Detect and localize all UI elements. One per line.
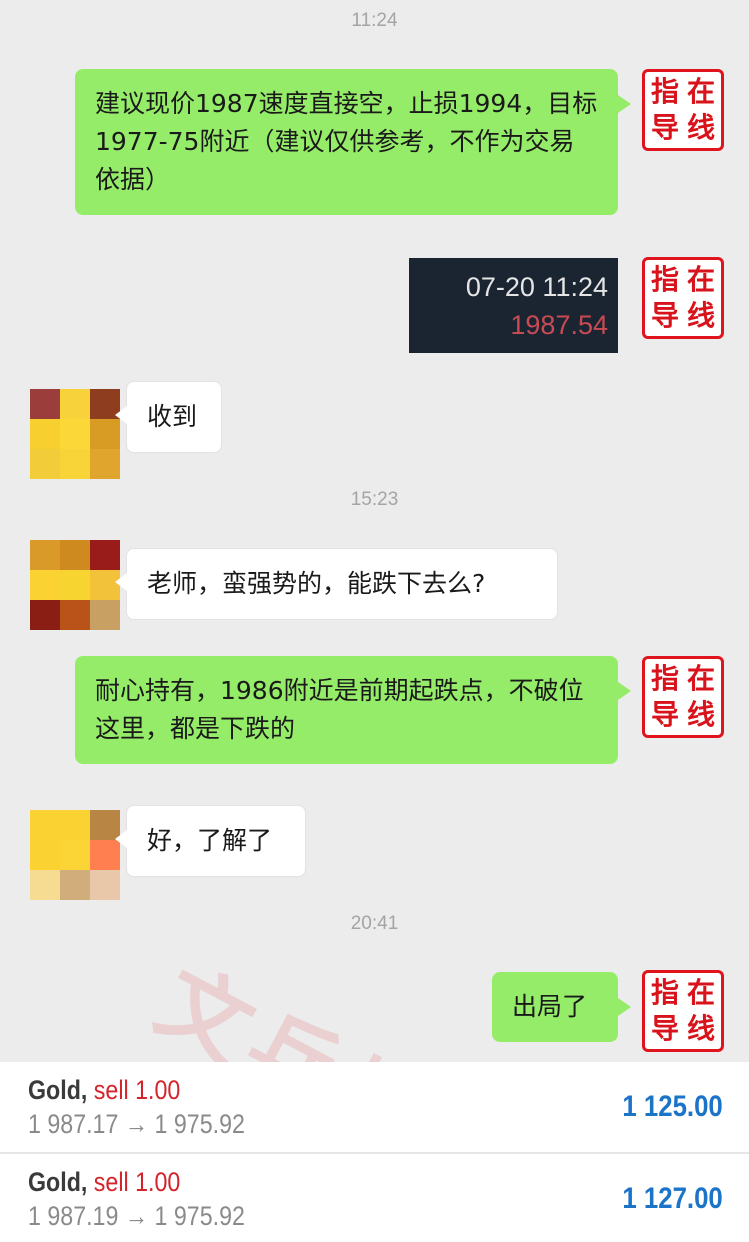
trade-prices: 1 987.19 → 1 975.92 <box>28 1201 245 1231</box>
seal-char: 指 <box>650 662 679 695</box>
snapshot-time: 07-20 11:24 <box>465 272 608 302</box>
avatar-pixel <box>60 810 90 840</box>
timestamp: 20:41 <box>350 913 399 934</box>
avatar-pixel <box>30 540 60 570</box>
avatar-pixel <box>60 389 90 419</box>
seal-char: 导 <box>650 1012 679 1045</box>
trade-profit: 1 125.00 <box>622 1090 723 1123</box>
avatar-pixel <box>60 540 90 570</box>
seal-char: 导 <box>650 698 679 731</box>
message-text: 建议现价1987速度直接空，止损1994，目标1977-75附近（建议仅供参考，… <box>95 89 598 194</box>
message-bubble-outgoing[interactable]: 建议现价1987速度直接空，止损1994，目标1977-75附近（建议仅供参考，… <box>75 69 631 215</box>
message-text: 好，了解了 <box>147 826 273 855</box>
trade-side: sell 1.00 <box>93 1167 181 1197</box>
message-text: 老师，蛮强势的，能跌下去么? <box>147 569 486 598</box>
avatar-pixel <box>60 840 90 870</box>
user-avatar[interactable] <box>30 810 120 900</box>
seal-char: 导 <box>650 299 679 332</box>
seal-char: 在 <box>686 263 715 296</box>
avatar-pixel <box>90 870 120 900</box>
seal-char: 线 <box>686 299 715 332</box>
avatar-pixel <box>90 449 120 479</box>
avatar-pixel <box>30 570 60 600</box>
seal-char: 导 <box>650 111 679 144</box>
avatar-pixel <box>30 449 60 479</box>
message-bubble-incoming[interactable]: 老师，蛮强势的，能跌下去么? <box>115 548 558 620</box>
message-text: 收到 <box>147 402 198 431</box>
trade-symbol: Gold, sell 1.00 <box>28 1074 180 1106</box>
trade-row[interactable]: Gold, sell 1.00 1 987.19 → 1 975.92 1 12… <box>0 1152 749 1242</box>
sender-avatar-seal[interactable]: 指 在 导 线 <box>642 970 724 1052</box>
avatar-pixel <box>30 389 60 419</box>
trade-side: sell 1.00 <box>93 1075 181 1105</box>
message-bubble-outgoing[interactable]: 出局了 <box>492 972 631 1042</box>
image-message-price-snapshot[interactable]: 07-20 11:24 1987.54 <box>409 258 618 353</box>
sender-avatar-seal[interactable]: 指 在 导 线 <box>642 257 724 339</box>
avatar-pixel <box>90 540 120 570</box>
chat-area[interactable]: 文兵指导 11:24 建议现价1987速度直接空，止损1994，目标1977-7… <box>0 0 749 1225</box>
avatar-pixel <box>90 600 120 630</box>
seal-char: 指 <box>650 75 679 108</box>
seal-char: 在 <box>686 662 715 695</box>
trade-prices: 1 987.17 → 1 975.92 <box>28 1109 245 1139</box>
sender-avatar-seal[interactable]: 指 在 导 线 <box>642 69 724 151</box>
seal-char: 线 <box>686 698 715 731</box>
avatar-pixel <box>30 840 60 870</box>
trade-profit: 1 127.00 <box>622 1182 723 1215</box>
timestamp: 11:24 <box>351 10 398 31</box>
avatar-pixel <box>60 870 90 900</box>
seal-char: 线 <box>686 111 715 144</box>
avatar-pixel <box>60 449 90 479</box>
avatar-pixel <box>30 600 60 630</box>
symbol-name: Gold, <box>28 1167 88 1197</box>
message-bubble-incoming[interactable]: 好，了解了 <box>115 805 306 877</box>
message-bubble-incoming[interactable]: 收到 <box>115 381 222 453</box>
avatar-pixel <box>60 570 90 600</box>
trade-row[interactable]: Gold, sell 1.00 1 987.17 → 1 975.92 1 12… <box>0 1062 749 1152</box>
seal-char: 在 <box>686 75 715 108</box>
seal-char: 在 <box>686 976 715 1009</box>
symbol-name: Gold, <box>28 1075 88 1105</box>
sender-avatar-seal[interactable]: 指 在 导 线 <box>642 656 724 738</box>
timestamp: 15:23 <box>350 489 399 510</box>
seal-char: 指 <box>650 976 679 1009</box>
avatar-pixel <box>30 810 60 840</box>
user-avatar[interactable] <box>30 540 120 630</box>
avatar-pixel <box>30 870 60 900</box>
message-bubble-outgoing[interactable]: 耐心持有，1986附近是前期起跌点，不破位这里，都是下跌的 <box>75 656 631 764</box>
avatar-pixel <box>30 419 60 449</box>
avatar-pixel <box>60 419 90 449</box>
user-avatar[interactable] <box>30 389 120 479</box>
message-text: 耐心持有，1986附近是前期起跌点，不破位这里，都是下跌的 <box>95 676 584 743</box>
snapshot-price: 1987.54 <box>510 310 608 340</box>
seal-char: 线 <box>686 1012 715 1045</box>
seal-char: 指 <box>650 263 679 296</box>
trade-symbol: Gold, sell 1.00 <box>28 1166 180 1198</box>
trade-history-list: Gold, sell 1.00 1 987.17 → 1 975.92 1 12… <box>0 1062 749 1242</box>
avatar-pixel <box>60 600 90 630</box>
message-text: 出局了 <box>512 992 588 1021</box>
